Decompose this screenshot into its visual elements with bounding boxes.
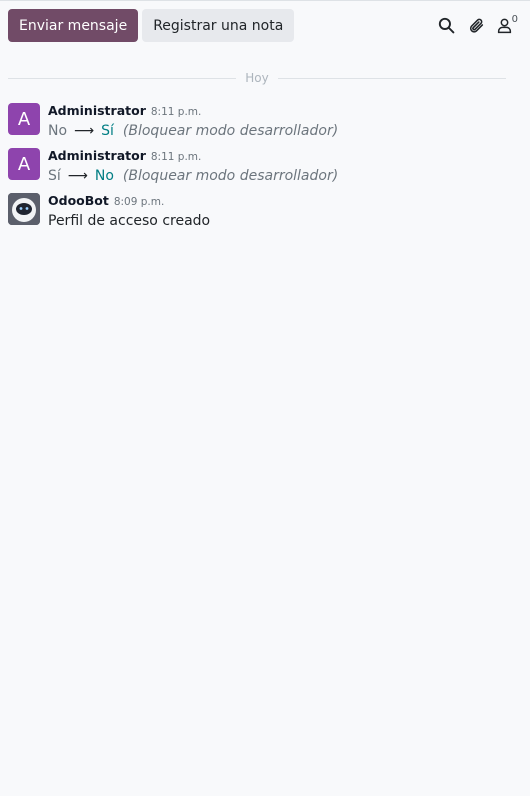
separator-line: [277, 77, 506, 79]
message-body: Administrator 8:11 p.m. Sí ⟶ No (Bloquea…: [48, 148, 338, 184]
arrow-right-icon: ⟶: [74, 123, 95, 139]
avatar[interactable]: A: [8, 103, 40, 135]
arrow-right-icon: ⟶: [67, 168, 88, 184]
old-value: No: [48, 123, 68, 139]
send-message-button[interactable]: Enviar mensaje: [8, 9, 139, 42]
message-header: OdooBot 8:09 p.m.: [48, 193, 210, 210]
message-time: 8:09 p.m.: [113, 196, 165, 208]
author-name[interactable]: Administrator: [48, 103, 146, 118]
odoobot-avatar[interactable]: [8, 193, 40, 225]
user-icon: [497, 18, 511, 34]
message-body: Administrator 8:11 p.m. No ⟶ Sí (Bloquea…: [48, 103, 338, 139]
message-time: 8:11 p.m.: [150, 151, 202, 163]
message-header: Administrator 8:11 p.m.: [48, 103, 338, 120]
field-name: (Bloquear modo desarrollador): [122, 168, 339, 184]
message-item: A Administrator 8:11 p.m. Sí ⟶ No (Bloqu…: [8, 148, 522, 184]
search-button[interactable]: [432, 11, 462, 41]
search-icon: [438, 17, 455, 34]
avatar[interactable]: A: [8, 148, 40, 180]
followers-button[interactable]: 0: [492, 11, 522, 41]
followers-count: 0: [511, 14, 518, 25]
message-text: Perfil de acceso creado: [48, 213, 211, 229]
robot-icon: [8, 193, 40, 225]
tracking-change: No ⟶ Sí (Bloquear modo desarrollador): [48, 123, 338, 139]
message-item: OdooBot 8:09 p.m. Perfil de acceso cread…: [8, 193, 522, 229]
message-header: Administrator 8:11 p.m.: [48, 148, 338, 165]
message-item: A Administrator 8:11 p.m. No ⟶ Sí (Bloqu…: [8, 103, 522, 139]
old-value: Sí: [48, 168, 61, 184]
chatter-toolbar: Enviar mensaje Registrar una nota 0: [8, 9, 522, 42]
field-name: (Bloquear modo desarrollador): [122, 123, 339, 139]
separator-line: [8, 77, 237, 79]
log-note-button[interactable]: Registrar una nota: [142, 9, 295, 42]
date-separator: Hoy: [8, 70, 506, 86]
tracking-change: Sí ⟶ No (Bloquear modo desarrollador): [48, 168, 338, 184]
attachments-button[interactable]: [462, 11, 492, 41]
chatter-tools: 0: [432, 9, 522, 42]
top-border: [0, 0, 530, 1]
new-value: No: [94, 168, 114, 184]
message-body: OdooBot 8:09 p.m. Perfil de acceso cread…: [48, 193, 210, 229]
paperclip-icon: [470, 18, 484, 33]
new-value: Sí: [101, 123, 114, 139]
author-name[interactable]: OdooBot: [48, 193, 109, 208]
message-content: Perfil de acceso creado: [48, 213, 210, 229]
message-time: 8:11 p.m.: [150, 106, 202, 118]
author-name[interactable]: Administrator: [48, 148, 146, 163]
date-label: Hoy: [245, 71, 269, 85]
